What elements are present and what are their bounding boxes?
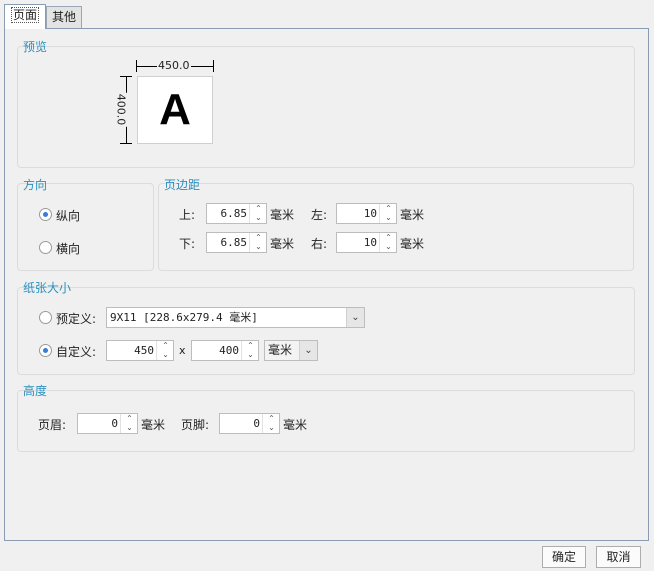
spin-up-icon[interactable]: ⌃	[380, 233, 397, 242]
margin-bottom-value[interactable]: 6.85	[207, 233, 250, 252]
landscape-label[interactable]: 横向	[56, 240, 80, 257]
orientation-title: 方向	[23, 178, 48, 192]
margin-bottom-arrows[interactable]: ⌃ ⌄	[249, 233, 266, 252]
predefined-size-select[interactable]: 9X11 [228.6x279.4 毫米] ⌄	[106, 307, 365, 328]
margin-left-label: 左:	[311, 208, 328, 222]
margin-right-arrows[interactable]: ⌃ ⌄	[379, 233, 396, 252]
custom-unit-select[interactable]: 毫米 ⌄	[264, 340, 318, 361]
margin-left-arrows[interactable]: ⌃ ⌄	[379, 204, 396, 223]
spin-up-icon[interactable]: ⌃	[263, 414, 280, 423]
footer-height-stepper[interactable]: 0 ⌃ ⌄	[219, 413, 280, 434]
spin-up-icon[interactable]: ⌃	[242, 341, 259, 350]
margin-top-label: 上:	[179, 208, 196, 222]
margin-right-label: 右:	[311, 237, 328, 251]
predefined-label[interactable]: 预定义:	[56, 310, 96, 327]
width-dimension-label: 450.0	[157, 59, 191, 72]
header-height-value[interactable]: 0	[78, 414, 121, 433]
margin-left-value[interactable]: 10	[337, 204, 380, 223]
height-title: 高度	[23, 384, 48, 398]
height-dimension-tick-top	[120, 76, 132, 77]
predefined-size-value: 9X11 [228.6x279.4 毫米]	[110, 311, 258, 324]
tab-page-label: 页面	[10, 7, 40, 23]
custom-height-value[interactable]: 400	[192, 341, 242, 360]
custom-width-stepper[interactable]: 450 ⌃ ⌄	[106, 340, 174, 361]
width-dimension-tick-left	[136, 60, 137, 72]
spin-up-icon[interactable]: ⌃	[380, 204, 397, 213]
custom-height-arrows[interactable]: ⌃ ⌄	[241, 341, 258, 360]
orientation-group	[17, 183, 154, 271]
predefined-radio[interactable]	[39, 311, 52, 324]
spin-down-icon[interactable]: ⌄	[263, 423, 280, 432]
spin-down-icon[interactable]: ⌄	[242, 350, 259, 359]
cancel-button[interactable]: 取消	[596, 546, 641, 568]
margin-right-stepper[interactable]: 10 ⌃ ⌄	[336, 232, 397, 253]
margin-top-value[interactable]: 6.85	[207, 204, 250, 223]
footer-height-arrows[interactable]: ⌃ ⌄	[262, 414, 279, 433]
spin-down-icon[interactable]: ⌄	[250, 213, 267, 222]
width-dimension-tick-right	[213, 60, 214, 72]
header-label: 页眉:	[38, 418, 67, 432]
tab-page[interactable]: 页面	[4, 4, 46, 29]
chevron-down-icon[interactable]: ⌄	[346, 308, 364, 327]
times-separator: x	[179, 344, 186, 357]
custom-unit-value: 毫米	[268, 343, 293, 357]
custom-width-value[interactable]: 450	[107, 341, 157, 360]
margin-top-stepper[interactable]: 6.85 ⌃ ⌄	[206, 203, 267, 224]
margin-left-stepper[interactable]: 10 ⌃ ⌄	[336, 203, 397, 224]
ok-button[interactable]: 确定	[542, 546, 586, 568]
margins-title: 页边距	[164, 178, 201, 192]
paper-size-title: 纸张大小	[23, 281, 72, 295]
custom-radio[interactable]	[39, 344, 52, 357]
spin-down-icon[interactable]: ⌄	[250, 242, 267, 251]
custom-height-stepper[interactable]: 400 ⌃ ⌄	[191, 340, 259, 361]
paper-preview: A	[137, 76, 213, 144]
spin-up-icon[interactable]: ⌃	[121, 414, 138, 423]
footer-unit: 毫米	[283, 418, 308, 432]
preview-group	[17, 46, 635, 168]
footer-height-value[interactable]: 0	[220, 414, 263, 433]
spin-up-icon[interactable]: ⌃	[157, 341, 174, 350]
custom-label[interactable]: 自定义:	[56, 343, 96, 360]
preview-title: 预览	[23, 40, 48, 54]
margin-right-value[interactable]: 10	[337, 233, 380, 252]
margin-top-arrows[interactable]: ⌃ ⌄	[249, 204, 266, 223]
portrait-radio[interactable]	[39, 208, 52, 221]
header-unit: 毫米	[141, 418, 166, 432]
tab-other[interactable]: 其他	[46, 6, 82, 28]
custom-width-arrows[interactable]: ⌃ ⌄	[156, 341, 173, 360]
paper-preview-letter: A	[159, 85, 191, 134]
tab-other-label: 其他	[51, 10, 76, 24]
header-height-stepper[interactable]: 0 ⌃ ⌄	[77, 413, 138, 434]
spin-down-icon[interactable]: ⌄	[121, 423, 138, 432]
height-dimension-label: 400.0	[114, 92, 128, 127]
margin-bottom-unit: 毫米	[270, 237, 295, 251]
spin-down-icon[interactable]: ⌄	[380, 213, 397, 222]
height-dimension-tick-bottom	[120, 143, 132, 144]
portrait-label[interactable]: 纵向	[56, 207, 80, 224]
landscape-radio[interactable]	[39, 241, 52, 254]
footer-label: 页脚:	[181, 418, 210, 432]
header-height-arrows[interactable]: ⌃ ⌄	[120, 414, 137, 433]
spin-down-icon[interactable]: ⌄	[157, 350, 174, 359]
spin-down-icon[interactable]: ⌄	[380, 242, 397, 251]
margin-top-unit: 毫米	[270, 208, 295, 222]
margin-bottom-stepper[interactable]: 6.85 ⌃ ⌄	[206, 232, 267, 253]
chevron-down-icon[interactable]: ⌄	[299, 341, 317, 360]
margin-bottom-label: 下:	[179, 237, 196, 251]
margins-group	[158, 183, 634, 271]
paper-size-group	[17, 287, 635, 375]
spin-up-icon[interactable]: ⌃	[250, 233, 267, 242]
margin-left-unit: 毫米	[400, 208, 425, 222]
margin-right-unit: 毫米	[400, 237, 425, 251]
spin-up-icon[interactable]: ⌃	[250, 204, 267, 213]
